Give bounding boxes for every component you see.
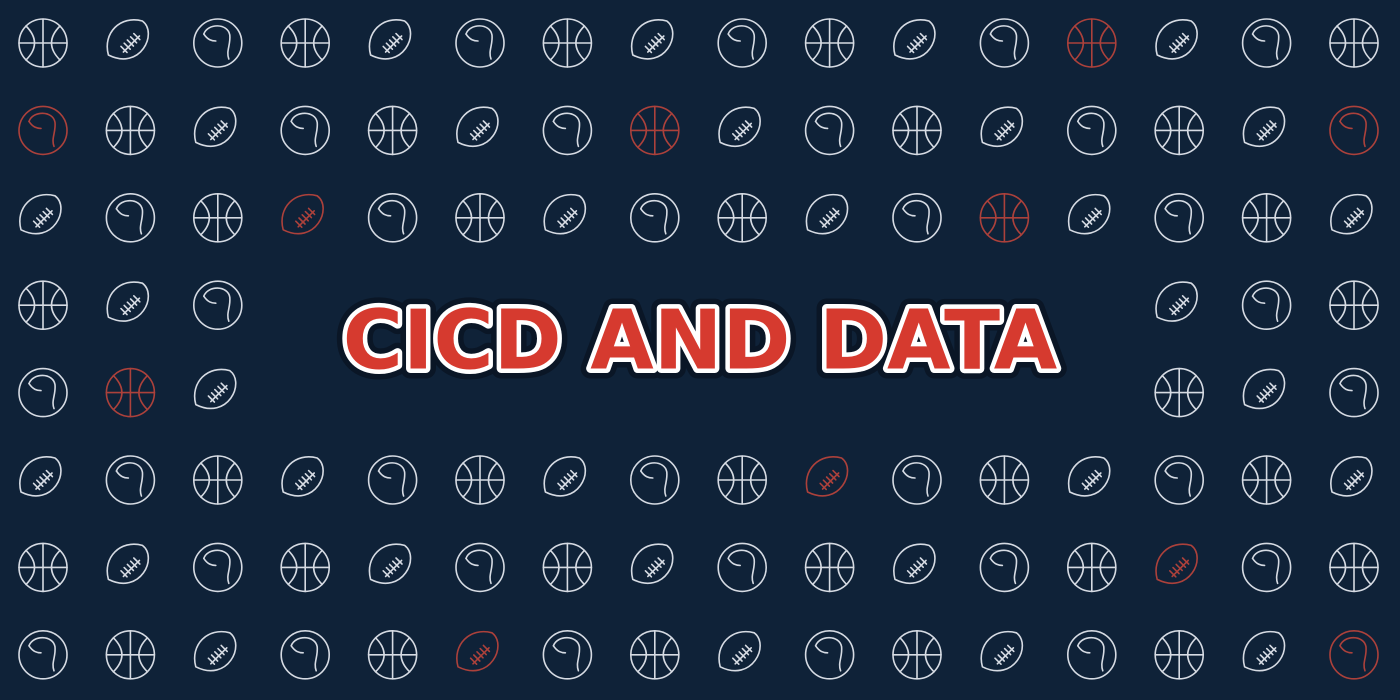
banner-title-svg: CICD AND DATA CICD AND DATA CICD AND DAT…: [333, 283, 1068, 398]
sports-pattern-banner: CICD AND DATA CICD AND DATA CICD AND DAT…: [0, 0, 1400, 700]
banner-title: CICD AND DATA: [343, 293, 1058, 388]
